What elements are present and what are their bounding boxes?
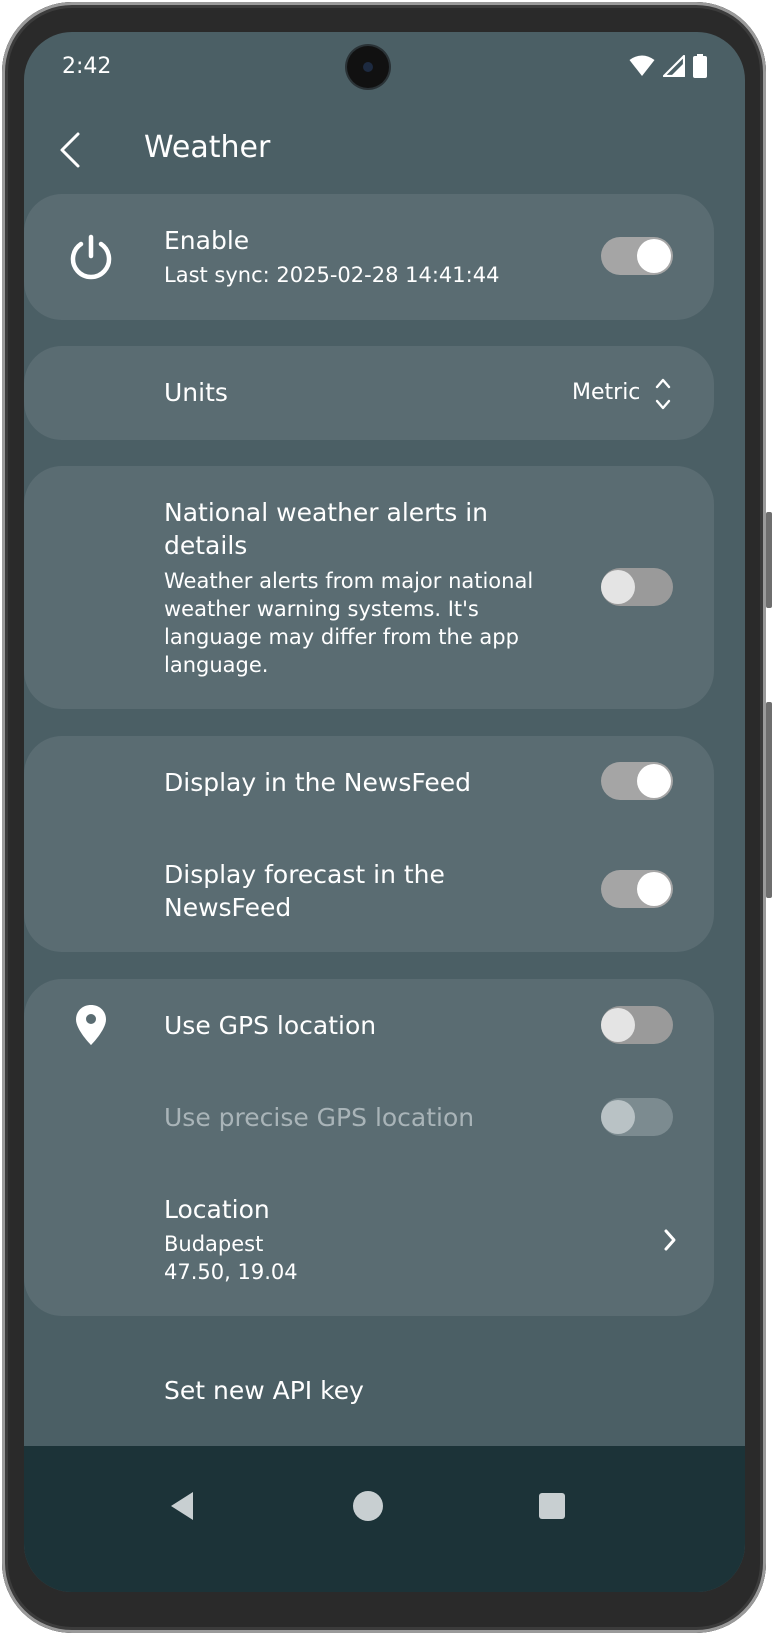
precise-gps-row: Use precise GPS location	[24, 1071, 714, 1163]
status-time: 2:42	[62, 54, 112, 79]
nav-home-icon	[352, 1490, 384, 1526]
location-city: Budapest	[164, 1232, 264, 1256]
screen: 2:42 Weather Enable Last sync: 2025-02-2…	[24, 32, 745, 1592]
enable-card[interactable]: Enable Last sync: 2025-02-28 14:41:44	[24, 194, 714, 320]
alerts-card[interactable]: National weather alerts in details Weath…	[24, 466, 714, 709]
toggle-knob	[637, 239, 671, 273]
navigation-bar	[24, 1446, 745, 1592]
front-camera	[347, 46, 389, 88]
location-card: Use GPS location Use precise GPS locatio…	[24, 979, 714, 1316]
units-value[interactable]: Metric	[572, 380, 640, 405]
nav-home-button[interactable]	[344, 1484, 392, 1532]
side-button-power	[766, 702, 772, 898]
last-sync-text: Last sync: 2025-02-28 14:41:44	[164, 263, 500, 287]
newsfeed-display-toggle[interactable]	[601, 762, 673, 800]
app-bar: Weather	[24, 120, 745, 180]
battery-icon	[693, 54, 707, 82]
side-button-volume	[766, 512, 772, 608]
location-row[interactable]: Location Budapest 47.50, 19.04	[24, 1163, 714, 1316]
precise-gps-toggle	[601, 1098, 673, 1136]
set-api-key-row[interactable]: Set new API key	[24, 1342, 714, 1438]
newsfeed-forecast-row[interactable]: Display forecast in the NewsFeed	[24, 828, 714, 952]
power-icon	[68, 234, 114, 286]
unfold-chevron-icon	[654, 376, 672, 416]
chevron-left-icon	[52, 132, 100, 178]
units-label: Units	[164, 378, 228, 407]
gps-toggle[interactable]	[601, 1006, 673, 1044]
newsfeed-display-label: Display in the NewsFeed	[164, 768, 472, 797]
location-pin-icon	[74, 1003, 108, 1051]
nav-back-button[interactable]	[158, 1484, 206, 1532]
gps-label: Use GPS location	[164, 1011, 377, 1040]
gps-row[interactable]: Use GPS location	[24, 979, 714, 1071]
precise-gps-label: Use precise GPS location	[164, 1103, 475, 1132]
nav-recents-icon	[538, 1492, 566, 1524]
wifi-icon	[629, 55, 655, 81]
units-card[interactable]: Units Metric	[24, 346, 714, 440]
status-bar: 2:42	[24, 32, 745, 104]
location-label: Location	[164, 1195, 270, 1224]
chevron-right-icon	[660, 1226, 680, 1258]
page-title: Weather	[144, 130, 271, 165]
newsfeed-forecast-toggle[interactable]	[601, 870, 673, 908]
toggle-knob	[601, 1100, 635, 1134]
toggle-knob	[637, 872, 671, 906]
location-coordinates: 47.50, 19.04	[164, 1260, 298, 1284]
newsfeed-forecast-label: Display forecast in the NewsFeed	[164, 860, 445, 922]
back-button[interactable]	[52, 126, 100, 174]
nav-back-icon	[168, 1490, 196, 1526]
newsfeed-display-row[interactable]: Display in the NewsFeed	[24, 736, 714, 828]
set-api-key-label: Set new API key	[164, 1376, 364, 1405]
cellular-signal-icon	[662, 54, 686, 81]
alerts-title: National weather alerts in details	[164, 498, 489, 560]
enable-toggle[interactable]	[601, 237, 673, 275]
newsfeed-card: Display in the NewsFeed Display forecast…	[24, 736, 714, 952]
toggle-knob	[601, 1008, 635, 1042]
alerts-toggle[interactable]	[601, 568, 673, 606]
status-icons	[629, 54, 707, 82]
alerts-description: Weather alerts from major national weath…	[164, 569, 534, 677]
toggle-knob	[637, 764, 671, 798]
nav-recents-button[interactable]	[528, 1484, 576, 1532]
enable-title: Enable	[164, 226, 250, 255]
toggle-knob	[601, 570, 635, 604]
